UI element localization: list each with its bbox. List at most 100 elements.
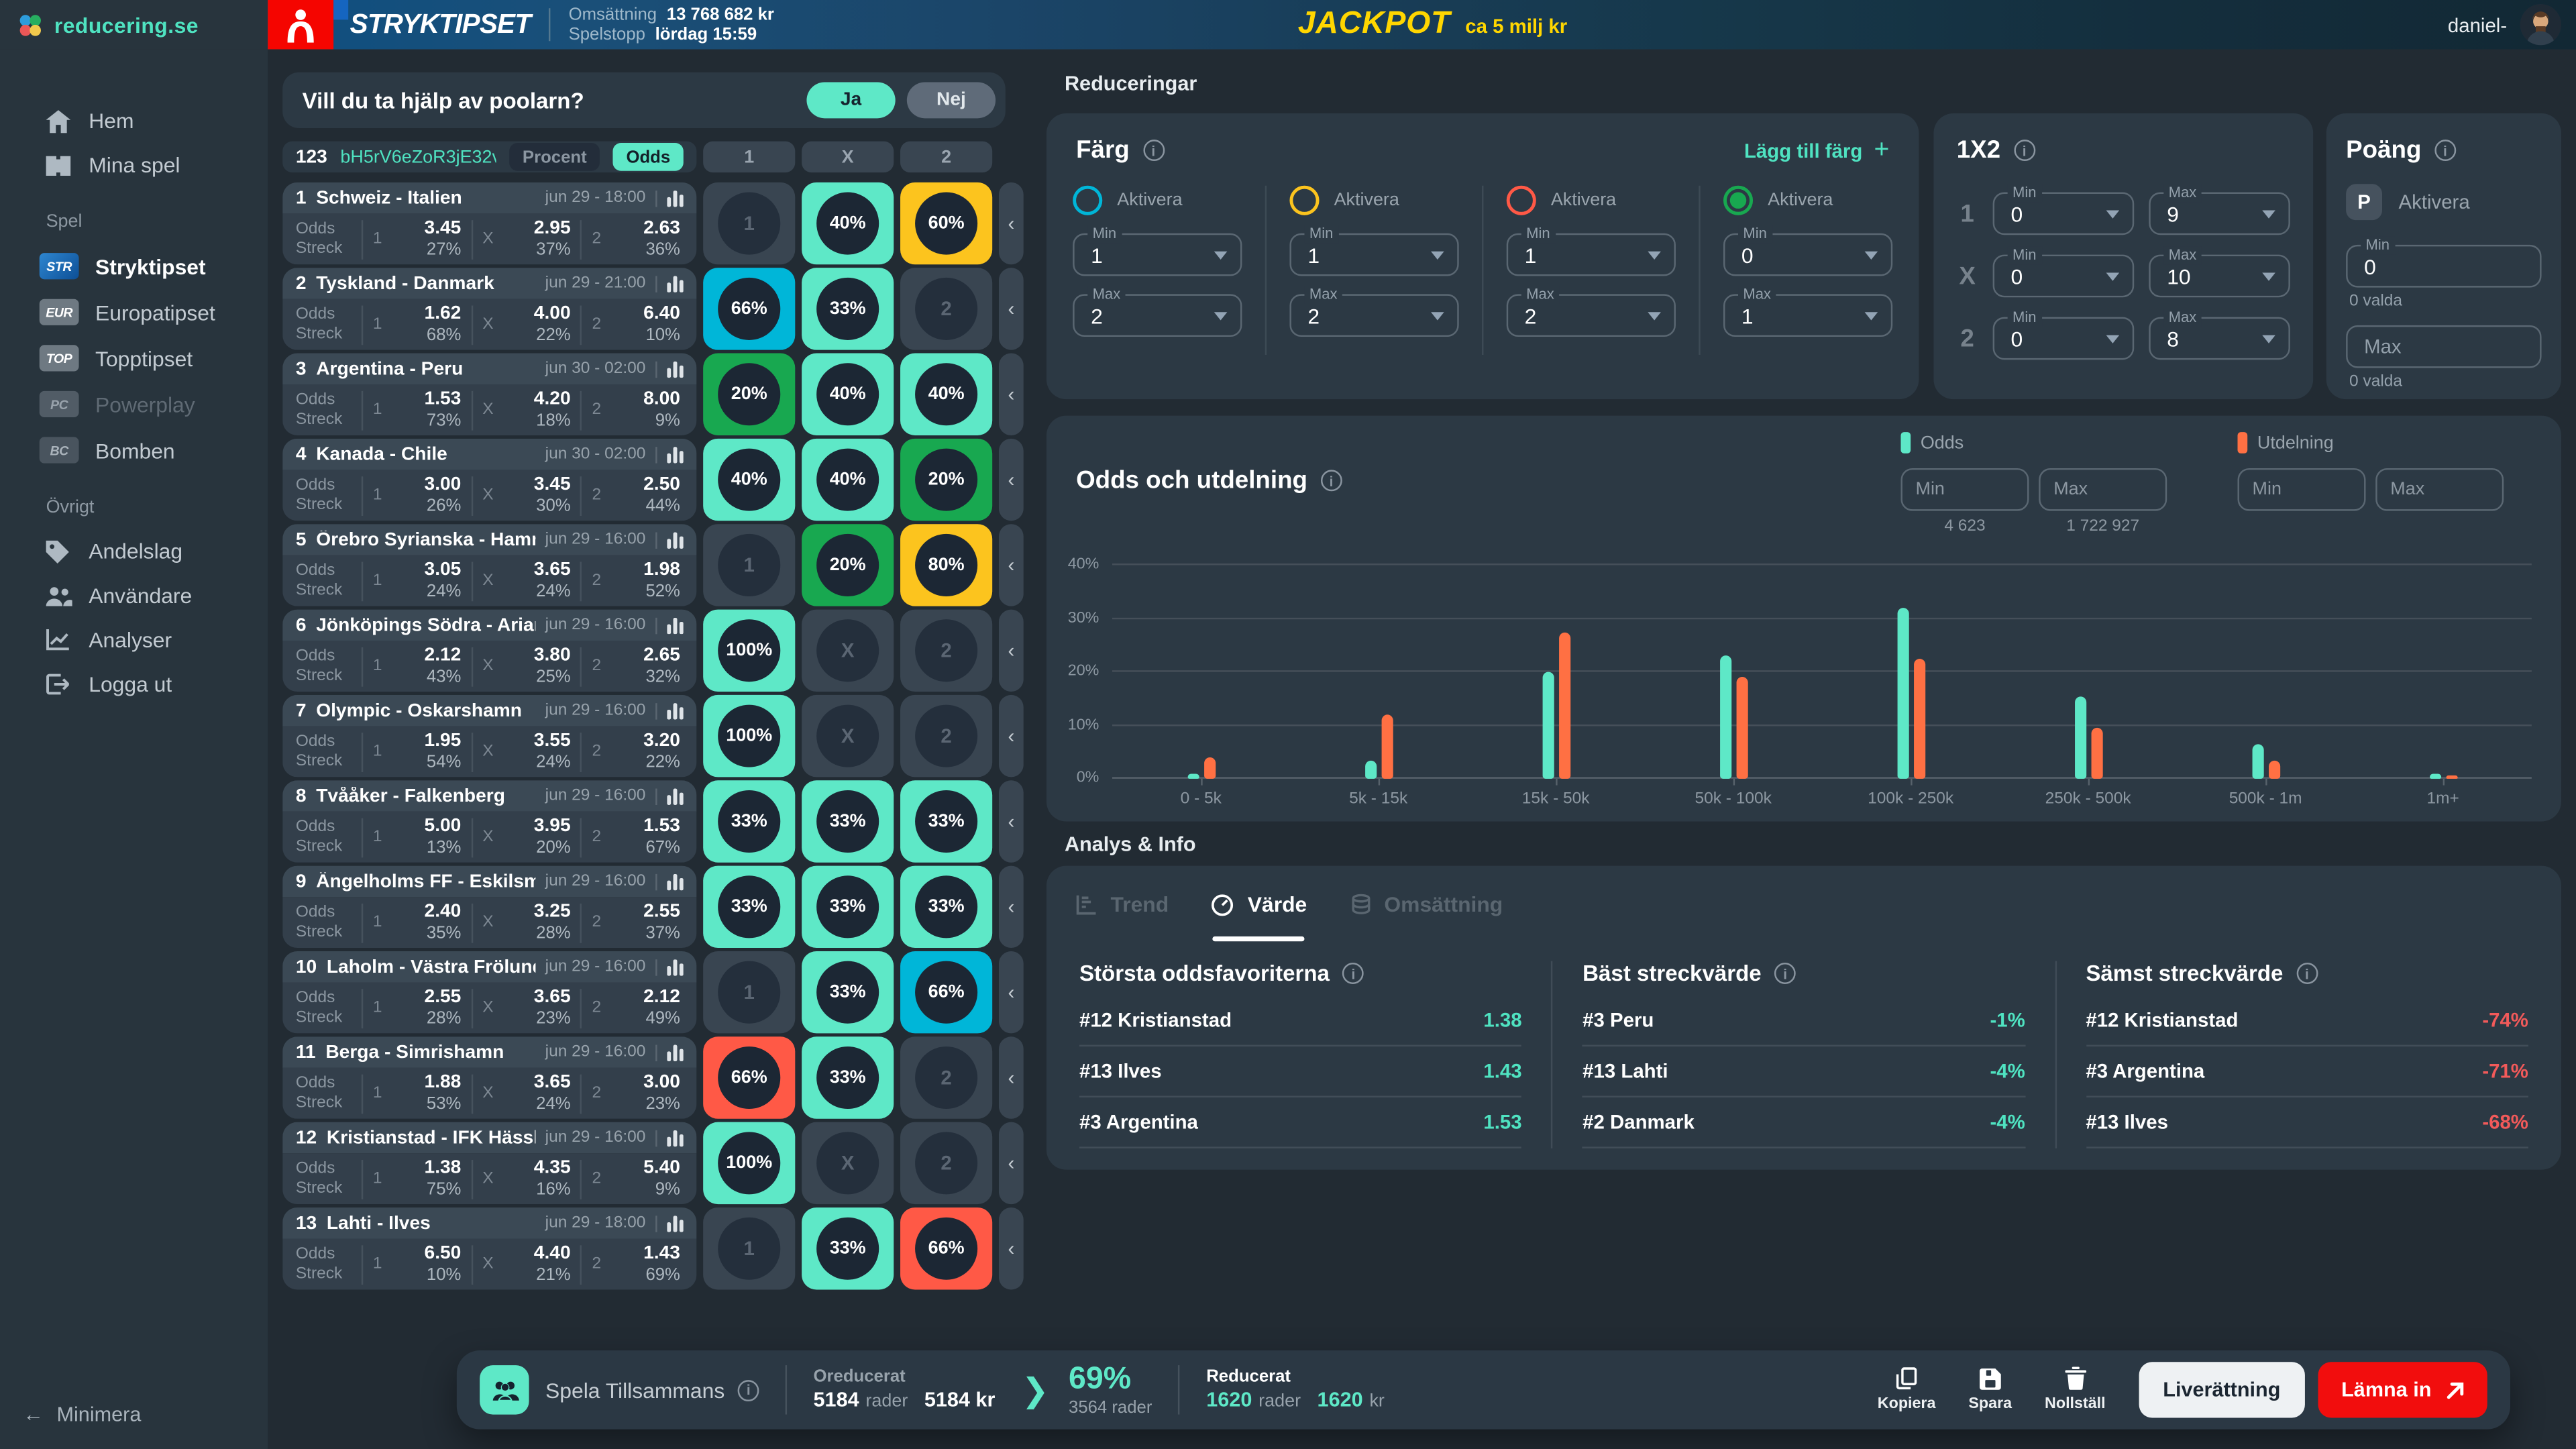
copy-button[interactable]: Kopiera xyxy=(1878,1367,1936,1413)
match-stats-icon[interactable] xyxy=(667,1215,683,1231)
onex2-min-select-X[interactable]: Min 0 xyxy=(1993,255,2135,298)
pick-button-X[interactable]: 40% xyxy=(802,439,894,521)
pick-button-1[interactable]: 33% xyxy=(703,866,795,948)
collapse-row-chevron-icon[interactable]: ‹ xyxy=(999,1036,1024,1118)
onex2-min-select-2[interactable]: Min 0 xyxy=(1993,317,2135,360)
pick-button-X[interactable]: X xyxy=(802,695,894,777)
save-button[interactable]: Spara xyxy=(1968,1368,2012,1412)
pick-button-X[interactable]: X xyxy=(802,610,894,692)
odds-min-input[interactable]: Min xyxy=(1900,468,2029,511)
poang-max-select[interactable]: Max xyxy=(2346,325,2541,368)
match-stats-icon[interactable] xyxy=(667,1044,683,1060)
pick-button-2[interactable]: 2 xyxy=(900,610,992,692)
pick-button-1[interactable]: 66% xyxy=(703,1036,795,1118)
farg-activate-toggle-green[interactable]: Aktivera xyxy=(1723,186,1892,215)
pick-button-1[interactable]: 1 xyxy=(703,951,795,1033)
sidebar-game-topptipset[interactable]: TOP Topptipset xyxy=(0,335,268,382)
farg-activate-toggle-red[interactable]: Aktivera xyxy=(1507,186,1676,215)
match-stats-icon[interactable] xyxy=(667,1130,683,1146)
pick-button-1[interactable]: 1 xyxy=(703,182,795,264)
farg-max-select-cyan[interactable]: Max 2 xyxy=(1073,294,1242,337)
match-stats-icon[interactable] xyxy=(667,702,683,718)
info-icon[interactable]: i xyxy=(2014,140,2035,161)
collapse-row-chevron-icon[interactable]: ‹ xyxy=(999,1208,1024,1289)
farg-activate-toggle-cyan[interactable]: Aktivera xyxy=(1073,186,1242,215)
pick-button-X[interactable]: X xyxy=(802,1122,894,1204)
pick-button-1[interactable]: 100% xyxy=(703,610,795,692)
pick-button-2[interactable]: 2 xyxy=(900,695,992,777)
match-stats-icon[interactable] xyxy=(667,617,683,633)
tab-omsattning[interactable]: Omsättning xyxy=(1350,892,1503,917)
pick-button-X[interactable]: 40% xyxy=(802,182,894,264)
pick-button-1[interactable]: 100% xyxy=(703,1122,795,1204)
pick-button-2[interactable]: 33% xyxy=(900,866,992,948)
pick-button-X[interactable]: 33% xyxy=(802,268,894,350)
collapse-row-chevron-icon[interactable]: ‹ xyxy=(999,610,1024,692)
pick-button-2[interactable]: 20% xyxy=(900,439,992,521)
info-icon[interactable]: i xyxy=(1321,470,1342,491)
liverattning-button[interactable]: Liverättning xyxy=(2139,1362,2306,1417)
sidebar-game-bomben[interactable]: BC Bomben xyxy=(0,427,268,474)
pick-button-2[interactable]: 2 xyxy=(900,268,992,350)
pick-button-1[interactable]: 33% xyxy=(703,780,795,862)
collapse-row-chevron-icon[interactable]: ‹ xyxy=(999,695,1024,777)
farg-max-select-green[interactable]: Max 1 xyxy=(1723,294,1892,337)
poang-min-select[interactable]: Min 0 xyxy=(2346,245,2541,288)
sidebar-item-anvandare[interactable]: Användare xyxy=(0,574,268,618)
farg-max-select-yellow[interactable]: Max 2 xyxy=(1289,294,1458,337)
match-stats-icon[interactable] xyxy=(667,873,683,890)
farg-min-select-red[interactable]: Min 1 xyxy=(1507,233,1676,276)
pick-button-X[interactable]: 33% xyxy=(802,1208,894,1289)
collapse-row-chevron-icon[interactable]: ‹ xyxy=(999,354,1024,435)
farg-max-select-red[interactable]: Max 2 xyxy=(1507,294,1676,337)
pick-button-1[interactable]: 20% xyxy=(703,354,795,435)
pick-button-X[interactable]: 33% xyxy=(802,866,894,948)
match-stats-icon[interactable] xyxy=(667,446,683,462)
tab-trend[interactable]: Trend xyxy=(1076,892,1169,917)
farg-min-select-green[interactable]: Min 0 xyxy=(1723,233,1892,276)
pick-button-X[interactable]: 33% xyxy=(802,951,894,1033)
pick-button-X[interactable]: 20% xyxy=(802,524,894,606)
match-stats-icon[interactable] xyxy=(667,275,683,291)
info-icon[interactable]: i xyxy=(1343,963,1364,984)
add-color-button[interactable]: Lägg till färg + xyxy=(1744,137,1889,163)
match-stats-icon[interactable] xyxy=(667,190,683,206)
collapse-row-chevron-icon[interactable]: ‹ xyxy=(999,1122,1024,1204)
onex2-max-select-X[interactable]: Max 10 xyxy=(2149,255,2290,298)
sidebar-game-powerplay[interactable]: PC Powerplay xyxy=(0,381,268,427)
pick-button-1[interactable]: 66% xyxy=(703,268,795,350)
match-stats-icon[interactable] xyxy=(667,788,683,804)
farg-min-select-yellow[interactable]: Min 1 xyxy=(1289,233,1458,276)
sidebar-item-analyser[interactable]: Analyser xyxy=(0,618,268,662)
minimize-sidebar-button[interactable]: ← Minimera xyxy=(23,1403,141,1426)
mode-percent-button[interactable]: Procent xyxy=(509,143,600,171)
sidebar-item-mina-spel[interactable]: Mina spel xyxy=(0,143,268,187)
collapse-row-chevron-icon[interactable]: ‹ xyxy=(999,524,1024,606)
sidebar-game-europatipset[interactable]: EUR Europatipset xyxy=(0,289,268,335)
sidebar-item-logga-ut[interactable]: Logga ut xyxy=(0,662,268,706)
match-stats-icon[interactable] xyxy=(667,959,683,975)
pick-button-2[interactable]: 60% xyxy=(900,182,992,264)
match-stats-icon[interactable] xyxy=(667,531,683,547)
pick-button-2[interactable]: 80% xyxy=(900,524,992,606)
collapse-row-chevron-icon[interactable]: ‹ xyxy=(999,182,1024,264)
collapse-row-chevron-icon[interactable]: ‹ xyxy=(999,951,1024,1033)
onex2-min-select-1[interactable]: Min 0 xyxy=(1993,193,2135,235)
collapse-row-chevron-icon[interactable]: ‹ xyxy=(999,866,1024,948)
pick-button-1[interactable]: 100% xyxy=(703,695,795,777)
tab-varde[interactable]: Värde xyxy=(1212,892,1307,917)
farg-min-select-cyan[interactable]: Min 1 xyxy=(1073,233,1242,276)
pick-button-2[interactable]: 66% xyxy=(900,951,992,1033)
odds-max-input[interactable]: Max xyxy=(2039,468,2167,511)
collapse-row-chevron-icon[interactable]: ‹ xyxy=(999,439,1024,521)
mode-odds-button[interactable]: Odds xyxy=(613,143,684,171)
match-stats-icon[interactable] xyxy=(667,361,683,377)
onex2-max-select-1[interactable]: Max 9 xyxy=(2149,193,2290,235)
info-icon[interactable]: i xyxy=(1774,963,1796,984)
pick-button-2[interactable]: 33% xyxy=(900,780,992,862)
utdelning-max-input[interactable]: Max xyxy=(2375,468,2504,511)
utdelning-min-input[interactable]: Min xyxy=(2238,468,2366,511)
reset-button[interactable]: Nollställ xyxy=(2045,1367,2105,1413)
lamna-in-button[interactable]: Lämna in xyxy=(2318,1362,2487,1417)
pick-button-2[interactable]: 2 xyxy=(900,1122,992,1204)
